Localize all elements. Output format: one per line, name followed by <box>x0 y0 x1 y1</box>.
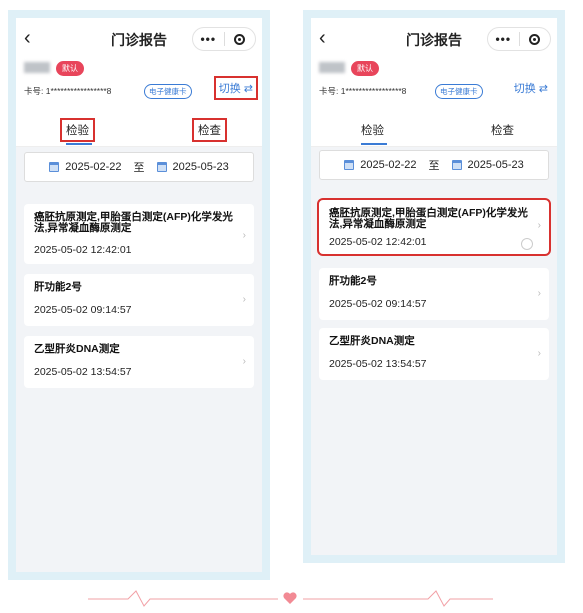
health-card-tag[interactable]: 电子健康卡 <box>435 84 483 99</box>
report-time: 2025-05-02 12:42:01 <box>34 244 132 256</box>
switch-patient-button[interactable]: 切换 ⇄ <box>213 76 259 100</box>
report-item[interactable]: 癌胚抗原测定,甲胎蛋白测定(AFP)化学发光法,异常凝血酶原测定 2025-05… <box>24 204 254 264</box>
chevron-right-icon: › <box>242 230 246 241</box>
close-miniapp-button[interactable] <box>225 33 256 45</box>
switch-patient-button[interactable]: 切换 ⇄ <box>511 78 551 98</box>
more-icon[interactable]: ••• <box>488 32 519 46</box>
calendar-icon <box>451 160 462 170</box>
date-range-picker[interactable]: 2025-02-22 至 2025-05-23 <box>24 152 254 182</box>
chevron-right-icon: › <box>537 348 541 359</box>
close-miniapp-button[interactable] <box>520 33 551 45</box>
mini-program-capsule: ••• <box>192 27 256 51</box>
default-badge: 默认 <box>56 61 84 76</box>
report-time: 2025-05-02 12:42:01 <box>329 236 427 248</box>
active-tab-indicator <box>66 143 92 145</box>
report-title: 乙型肝炎DNA测定 <box>329 335 415 347</box>
decorative-divider <box>88 590 493 607</box>
tab-lab-test[interactable]: 检验 <box>357 120 388 140</box>
default-badge: 默认 <box>351 61 379 76</box>
end-date[interactable]: 2025-05-23 <box>468 159 524 171</box>
tab-lab-test[interactable]: 检验 <box>60 118 95 142</box>
date-range-picker[interactable]: 2025-02-22 至 2025-05-23 <box>319 150 549 180</box>
patient-panel: 默认 卡号: 1*****************8 电子健康卡 切换 ⇄ <box>311 60 557 110</box>
top-bar: ‹ 门诊报告 ••• <box>311 18 557 60</box>
report-item[interactable]: 肝功能2号 2025-05-02 09:14:57 › <box>24 274 254 326</box>
chevron-right-icon: › <box>242 356 246 367</box>
top-bar: ‹ 门诊报告 ••• <box>16 18 262 60</box>
right-phone-frame: ‹ 门诊报告 ••• 默认 卡号: 1*****************8 电子… <box>303 10 565 563</box>
start-date[interactable]: 2025-02-22 <box>65 161 121 173</box>
patient-name-blurred <box>319 62 345 73</box>
report-title: 癌胚抗原测定,甲胎蛋白测定(AFP)化学发光法,异常凝血酶原测定 <box>329 207 528 230</box>
mini-program-capsule: ••• <box>487 27 551 51</box>
loading-spinner-icon <box>521 238 533 250</box>
right-screen: ‹ 门诊报告 ••• 默认 卡号: 1*****************8 电子… <box>311 18 557 555</box>
left-phone-frame: ‹ 门诊报告 ••• 默认 卡号: 1*****************8 电子… <box>8 10 270 580</box>
report-time: 2025-05-02 13:54:57 <box>329 358 427 370</box>
start-date[interactable]: 2025-02-22 <box>360 159 416 171</box>
date-range-separator: 至 <box>133 162 145 174</box>
report-time: 2025-05-02 13:54:57 <box>34 366 132 378</box>
active-tab-indicator <box>361 143 387 145</box>
left-screen: ‹ 门诊报告 ••• 默认 卡号: 1*****************8 电子… <box>16 18 262 572</box>
report-item[interactable]: 癌胚抗原测定,甲胎蛋白测定(AFP)化学发光法,异常凝血酶原测定 2025-05… <box>317 198 551 256</box>
end-date[interactable]: 2025-05-23 <box>173 161 229 173</box>
report-item[interactable]: 乙型肝炎DNA测定 2025-05-02 13:54:57 › <box>24 336 254 388</box>
card-number: 卡号: 1*****************8 <box>319 86 407 96</box>
report-time: 2025-05-02 09:14:57 <box>34 304 132 316</box>
report-time: 2025-05-02 09:14:57 <box>329 298 427 310</box>
report-title: 肝功能2号 <box>34 281 82 293</box>
report-title: 肝功能2号 <box>329 275 377 287</box>
more-icon[interactable]: ••• <box>193 32 224 46</box>
report-tabs: 检验 检查 <box>311 110 557 147</box>
chevron-right-icon: › <box>242 294 246 305</box>
report-title: 癌胚抗原测定,甲胎蛋白测定(AFP)化学发光法,异常凝血酶原测定 <box>34 211 233 234</box>
report-tabs: 检验 检查 <box>16 110 262 147</box>
patient-name-blurred <box>24 62 50 73</box>
report-item[interactable]: 肝功能2号 2025-05-02 09:14:57 › <box>319 268 549 320</box>
report-title: 乙型肝炎DNA测定 <box>34 343 120 355</box>
calendar-icon <box>49 162 60 172</box>
date-range-separator: 至 <box>428 160 440 172</box>
patient-panel: 默认 卡号: 1*****************8 电子健康卡 切换 ⇄ <box>16 60 262 110</box>
report-item[interactable]: 乙型肝炎DNA测定 2025-05-02 13:54:57 › <box>319 328 549 380</box>
chevron-right-icon: › <box>537 288 541 299</box>
calendar-icon <box>344 160 355 170</box>
tab-examination[interactable]: 检查 <box>192 118 227 142</box>
health-card-tag[interactable]: 电子健康卡 <box>144 84 192 99</box>
card-number: 卡号: 1*****************8 <box>24 86 112 96</box>
target-icon <box>234 33 246 45</box>
heart-icon <box>283 592 297 604</box>
calendar-icon <box>156 162 167 172</box>
tab-examination[interactable]: 检查 <box>487 120 518 140</box>
chevron-right-icon: › <box>537 220 541 231</box>
target-icon <box>529 33 541 45</box>
